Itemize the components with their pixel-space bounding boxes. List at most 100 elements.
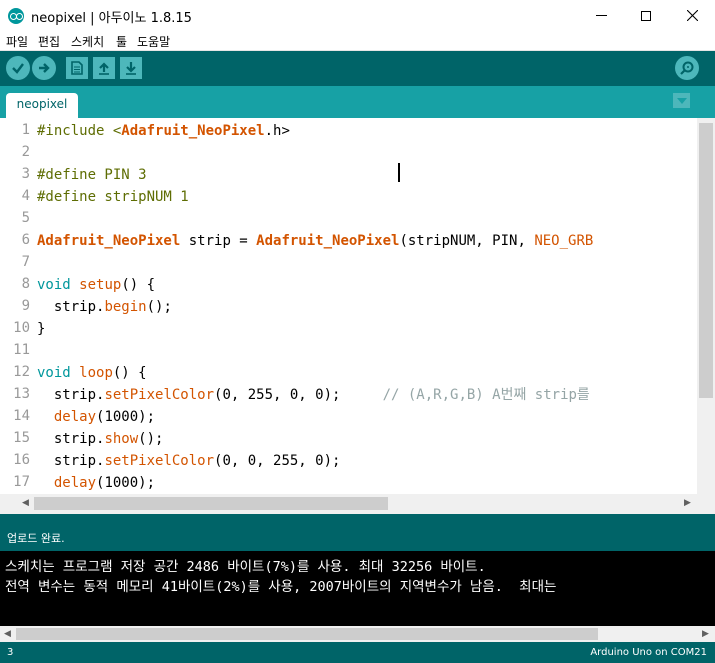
code-line[interactable]: strip.show(); (37, 428, 164, 450)
console-horizontal-scroll-thumb[interactable] (16, 628, 598, 640)
menu-file[interactable]: 파일 (6, 33, 28, 50)
code-token: strip. (37, 453, 105, 469)
tab-bar: neopixel (0, 86, 715, 118)
code-line[interactable]: delay(1000); (37, 472, 155, 494)
code-token: setPixelColor (104, 387, 215, 403)
code-line[interactable]: void loop() { (37, 362, 147, 384)
line-number: 2 (21, 144, 30, 160)
line-number: 15 (13, 430, 30, 446)
code-token: // (A,R,G,B) A번째 strip를 (382, 387, 590, 403)
save-arrow-down-icon (126, 62, 136, 75)
console-scroll-left-icon[interactable]: ◀ (4, 629, 11, 639)
save-sketch-button[interactable] (120, 57, 142, 79)
line-number: 9 (21, 298, 30, 314)
line-number: 7 (21, 254, 30, 270)
code-token: (1000); (96, 409, 156, 425)
code-token: Adafruit_NeoPixel (37, 233, 181, 249)
title-bar: neopixel | 아두이노 1.8.15 (0, 0, 715, 31)
line-number: 12 (13, 364, 30, 380)
line-number: 17 (13, 474, 30, 490)
arduino-logo-icon (8, 8, 24, 24)
code-token: #define stripNUM 1 (37, 189, 189, 205)
console-line: 전역 변수는 동적 메모리 41바이트(2%)를 사용, 2007바이트의 지역… (5, 579, 557, 595)
editor-vertical-scroll-thumb[interactable] (699, 123, 713, 398)
code-token: begin (104, 299, 147, 315)
tab-neopixel[interactable]: neopixel (6, 93, 78, 118)
scroll-left-icon[interactable]: ◀ (22, 498, 29, 508)
line-number: 10 (13, 320, 30, 336)
code-token: NEO_GRB (534, 233, 594, 249)
verify-icon (12, 63, 24, 74)
line-number: 4 (21, 188, 30, 204)
code-token: #define PIN 3 (37, 167, 147, 183)
code-line[interactable]: delay(1000); (37, 406, 155, 428)
toolbar (0, 51, 715, 86)
upload-arrow-icon (39, 63, 50, 73)
open-sketch-button[interactable] (93, 57, 115, 79)
code-line[interactable]: strip.setPixelColor(0, 255, 0, 0); // (A… (37, 384, 590, 406)
editor-horizontal-scrollbar[interactable]: ◀ ▶ (0, 494, 715, 514)
new-file-icon (71, 61, 83, 75)
line-number: 3 (21, 166, 30, 182)
code-line[interactable]: strip.setPixelColor(0, 0, 255, 0); (37, 450, 341, 472)
code-token: (0, 255, 0, 0); (214, 387, 383, 403)
code-token: } (37, 321, 46, 337)
code-token: (); (146, 299, 172, 315)
upload-status-text: 업로드 완료. (7, 532, 65, 545)
code-line[interactable]: Adafruit_NeoPixel strip = Adafruit_NeoPi… (37, 230, 593, 252)
new-sketch-button[interactable] (66, 57, 88, 79)
code-token: (0, 0, 255, 0); (214, 453, 341, 469)
scroll-right-icon[interactable]: ▶ (684, 498, 691, 508)
line-number: 11 (13, 342, 30, 358)
console-scroll-right-icon[interactable]: ▶ (702, 629, 709, 639)
code-line[interactable]: } (37, 318, 45, 340)
line-number-gutter: 1 2 3 4 5 6 7 8 9 10 11 12 13 14 15 16 17 (0, 118, 34, 494)
code-token: setup (79, 277, 122, 293)
code-token: void (37, 277, 71, 293)
code-token: delay (53, 409, 97, 425)
code-editor[interactable]: 1 2 3 4 5 6 7 8 9 10 11 12 13 14 15 16 17 #include <Adaf… (0, 118, 715, 494)
code-token: Adafruit_NeoPixel (121, 123, 265, 139)
menu-bar: 파일 편집 스케치 툴 도움말 (0, 31, 715, 51)
code-token: Adafruit_NeoPixel (256, 233, 400, 249)
code-token: strip. (37, 387, 105, 403)
code-token: (); (138, 431, 164, 447)
menu-sketch[interactable]: 스케치 (71, 33, 104, 50)
close-icon (686, 10, 698, 21)
console-horizontal-scrollbar[interactable]: ◀ ▶ (0, 626, 715, 642)
menu-edit[interactable]: 편집 (38, 33, 60, 50)
tab-menu-button[interactable] (673, 93, 690, 108)
close-button[interactable] (669, 0, 715, 31)
maximize-icon (641, 10, 651, 21)
menu-help[interactable]: 도움말 (137, 33, 170, 50)
console-output: 스케치는 프로그램 저장 공간 2486 바이트(7%)를 사용. 최대 322… (0, 551, 715, 626)
console-line: 스케치는 프로그램 저장 공간 2486 바이트(7%)를 사용. 최대 322… (5, 559, 486, 575)
code-token: void (37, 365, 71, 381)
verify-button[interactable] (6, 56, 30, 80)
editor-horizontal-scroll-thumb[interactable] (34, 497, 388, 510)
line-number: 13 (13, 386, 30, 402)
minimize-button[interactable] (578, 0, 624, 31)
text-cursor (398, 163, 400, 182)
code-token: (stripNUM, PIN, (399, 233, 535, 249)
code-line[interactable]: strip.begin(); (37, 296, 172, 318)
line-number: 14 (13, 408, 30, 424)
maximize-button[interactable] (623, 0, 669, 31)
serial-monitor-button[interactable] (675, 56, 699, 80)
code-line[interactable]: void setup() { (37, 274, 155, 296)
code-line[interactable]: #define stripNUM 1 (37, 186, 189, 208)
code-token: () { (121, 277, 156, 293)
upload-button[interactable] (32, 56, 56, 80)
code-line[interactable]: #include <Adafruit_NeoPixel.h> (37, 120, 290, 142)
menu-tools[interactable]: 툴 (116, 33, 127, 50)
open-arrow-up-icon (99, 62, 109, 75)
magnifier-icon (680, 61, 694, 75)
minimize-icon (595, 15, 607, 16)
code-line[interactable]: #define PIN 3 (37, 164, 147, 186)
editor-vertical-scrollbar[interactable] (697, 118, 715, 494)
code-token: () { (112, 365, 147, 381)
code-token: #include < (37, 123, 122, 139)
